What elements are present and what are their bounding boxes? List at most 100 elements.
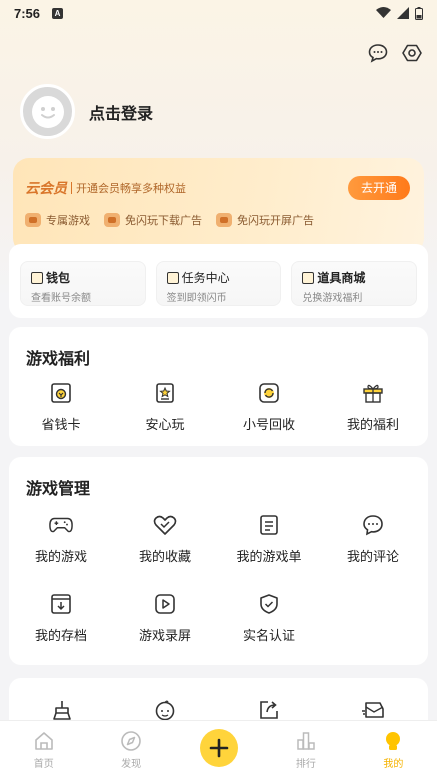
tab-discover[interactable]: 发现 — [87, 721, 174, 776]
tab-label: 我的 — [383, 759, 404, 770]
status-time: 7:56 — [14, 5, 41, 21]
tab-ranking[interactable]: 排行 — [262, 721, 349, 776]
message-icon[interactable] — [367, 42, 389, 64]
recycle-icon — [257, 381, 281, 405]
vip-perk: 专属游戏 — [25, 212, 90, 228]
safe-play-icon — [153, 381, 177, 405]
mail-icon — [361, 698, 385, 722]
manage-item-my-games[interactable]: 我的游戏 — [9, 513, 113, 565]
signal-icon — [397, 7, 409, 19]
shop-icon — [302, 271, 315, 284]
savings-card-icon — [49, 381, 73, 405]
task-title: 任务中心 — [181, 271, 230, 285]
list-doc-icon — [257, 513, 281, 537]
tab-mine[interactable]: 我的 — [350, 721, 437, 776]
share-icon — [257, 698, 281, 722]
compass-icon — [121, 731, 141, 751]
vip-name: 云会员 — [25, 180, 67, 196]
manage-item-comments[interactable]: 我的评论 — [321, 513, 425, 565]
comment-icon — [361, 513, 385, 537]
profile-section[interactable]: 点击登录 — [20, 84, 153, 139]
login-button[interactable]: 点击登录 — [89, 100, 153, 124]
manage-item-label: 我的评论 — [346, 549, 399, 564]
broom-icon — [49, 698, 73, 722]
task-subtitle: 签到即领闪币 — [166, 293, 227, 304]
vip-card[interactable]: 云会员 开通会员畅享多种权益 去开通 专属游戏 免闪玩下载广告 免闪玩开屏广告 — [13, 158, 424, 254]
perk-game-icon — [25, 213, 41, 227]
welfare-card: 游戏福利 省钱卡 安心玩 小号回收 我的福利 — [9, 327, 428, 446]
welfare-title: 游戏福利 — [26, 351, 91, 368]
tab-home[interactable]: 首页 — [0, 721, 87, 776]
save-archive-icon — [49, 592, 73, 616]
welfare-item-safe-play[interactable]: 安心玩 — [113, 381, 217, 433]
game-manage-card: 游戏管理 我的游戏 我的收藏 我的游戏单 我的评论 我的存档 游戏录屏 实名认证 — [9, 457, 428, 665]
tool-item-share[interactable] — [217, 698, 321, 722]
top-actions — [367, 42, 423, 64]
manage-item-label: 我的游戏单 — [236, 549, 302, 564]
plus-button[interactable] — [199, 729, 238, 767]
status-bar: 7:56 A — [0, 0, 437, 26]
home-icon — [34, 732, 53, 750]
notification-a-icon: A — [52, 7, 64, 19]
welfare-item-account-recycle[interactable]: 小号回收 — [217, 381, 321, 433]
tool-item-feedback[interactable] — [321, 698, 425, 722]
mine-bulb-icon — [386, 732, 401, 750]
tab-label: 首页 — [33, 759, 54, 770]
perk-label: 专属游戏 — [46, 215, 90, 227]
welfare-item-label: 小号回收 — [242, 417, 295, 432]
wallet-title: 钱包 — [46, 271, 71, 285]
wallet-subtitle: 查看账号余额 — [31, 293, 91, 304]
plus-icon — [209, 738, 228, 758]
perk-label: 免闪玩开屏广告 — [237, 215, 314, 227]
manage-item-saves[interactable]: 我的存档 — [9, 592, 113, 644]
gamepad-icon — [49, 513, 73, 537]
task-icon — [166, 271, 179, 284]
tab-label: 排行 — [295, 759, 316, 770]
shop-title: 道具商城 — [317, 271, 366, 285]
wallet-icon — [31, 271, 43, 284]
manage-item-label: 游戏录屏 — [138, 628, 191, 643]
manage-item-label: 我的收藏 — [138, 549, 191, 564]
manage-item-real-name[interactable]: 实名认证 — [217, 592, 321, 644]
vip-divider — [71, 182, 72, 194]
tool-item-service[interactable] — [113, 698, 217, 722]
wifi-icon — [376, 7, 391, 18]
vip-perk: 免闪玩开屏广告 — [216, 212, 314, 228]
gift-icon — [361, 381, 385, 405]
ranking-bars-icon — [297, 732, 315, 750]
avatar[interactable] — [20, 84, 75, 139]
manage-item-game-list[interactable]: 我的游戏单 — [217, 513, 321, 565]
vip-description: 开通会员畅享多种权益 — [76, 183, 186, 195]
settings-icon[interactable] — [401, 42, 423, 64]
bottom-tab-bar: 首页 发现 排行 我的 — [0, 720, 437, 776]
perk-ad-free-icon — [104, 213, 120, 227]
tool-item-clean[interactable] — [9, 698, 113, 722]
perk-label: 免闪玩下载广告 — [125, 215, 202, 227]
tab-label: 发现 — [121, 759, 142, 770]
quick-panel: 钱包 查看账号余额 任务中心 签到即领闪币 道具商城 兑换游戏福利 — [9, 244, 428, 318]
game-manage-title: 游戏管理 — [26, 481, 91, 498]
tab-create[interactable] — [175, 721, 262, 776]
vip-perk: 免闪玩下载广告 — [104, 212, 202, 228]
face-icon — [153, 698, 177, 722]
wallet-entry[interactable]: 钱包 查看账号余额 — [20, 261, 146, 306]
prop-shop-entry[interactable]: 道具商城 兑换游戏福利 — [291, 261, 418, 306]
heart-icon — [153, 513, 177, 537]
task-center-entry[interactable]: 任务中心 签到即领闪币 — [155, 261, 282, 306]
manage-item-label: 我的游戏 — [34, 549, 87, 564]
welfare-item-label: 省钱卡 — [41, 417, 81, 432]
manage-item-favorites[interactable]: 我的收藏 — [113, 513, 217, 565]
welfare-item-my-welfare[interactable]: 我的福利 — [321, 381, 425, 433]
manage-item-label: 我的存档 — [34, 628, 87, 643]
perk-ad-free-icon — [216, 213, 232, 227]
smiley-avatar-icon — [31, 95, 64, 128]
welfare-item-label: 安心玩 — [145, 417, 185, 432]
vip-title: 云会员 开通会员畅享多种权益 — [25, 178, 186, 198]
manage-item-label: 实名认证 — [242, 628, 295, 643]
welfare-item-label: 我的福利 — [346, 417, 399, 432]
video-play-icon — [153, 592, 177, 616]
shield-check-icon — [257, 592, 281, 616]
vip-open-button[interactable]: 去开通 — [348, 176, 410, 200]
manage-item-screen-record[interactable]: 游戏录屏 — [113, 592, 217, 644]
welfare-item-savings-card[interactable]: 省钱卡 — [9, 381, 113, 433]
